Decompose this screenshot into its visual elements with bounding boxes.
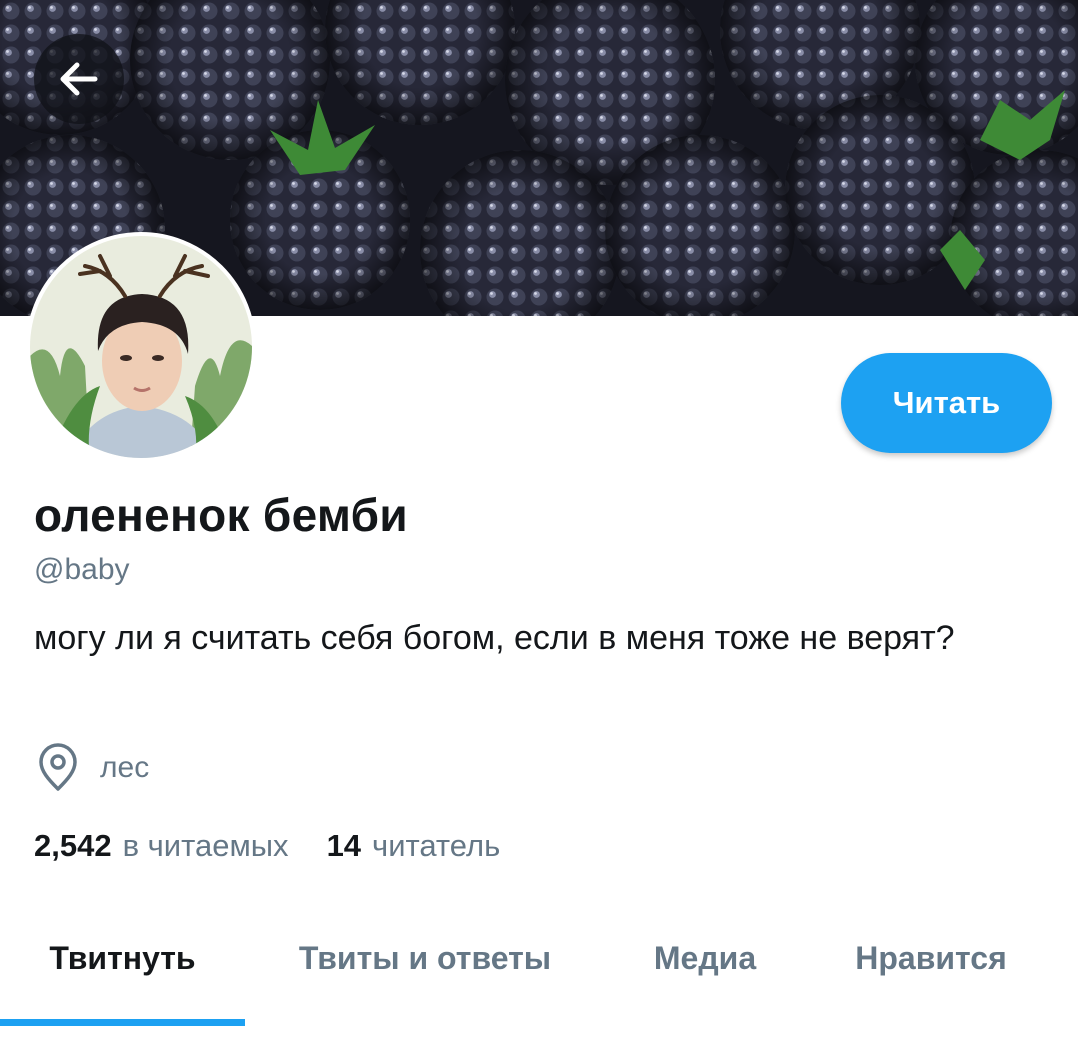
followers-label: читатель [372, 828, 501, 863]
follow-stats: 2,542 в читаемых 14 читатель [34, 828, 500, 864]
following-count: 2,542 [34, 828, 112, 863]
location-label: лес [100, 751, 150, 784]
arrow-left-icon [60, 62, 98, 96]
tab-media[interactable]: Медиа [615, 908, 795, 1008]
location-pin-icon [39, 743, 77, 791]
avatar-photo-image [30, 236, 252, 458]
avatar[interactable] [26, 232, 256, 462]
profile-page: Читать олененок бемби @baby могу ли я сч… [0, 0, 1078, 1048]
user-handle: @baby [34, 553, 130, 586]
profile-bio: могу ли я считать себя богом, если в мен… [34, 619, 955, 657]
following-stat[interactable]: 2,542 в читаемых [34, 828, 289, 864]
back-button[interactable] [34, 34, 124, 124]
profile-location: лес [36, 741, 149, 795]
follow-button[interactable]: Читать [841, 353, 1052, 453]
followers-stat[interactable]: 14 читатель [327, 828, 501, 864]
display-name: олененок бемби [34, 489, 408, 541]
active-tab-indicator [0, 1019, 245, 1026]
tab-tweets[interactable]: Твитнуть [0, 908, 245, 1008]
tab-likes[interactable]: Нравится [825, 908, 1037, 1008]
following-label: в читаемых [122, 828, 289, 863]
profile-tabs: Твитнуть Твиты и ответы Медиа Нравится [0, 908, 1078, 1028]
followers-count: 14 [326, 828, 362, 863]
tab-tweets-and-replies[interactable]: Твиты и ответы [260, 908, 590, 1008]
